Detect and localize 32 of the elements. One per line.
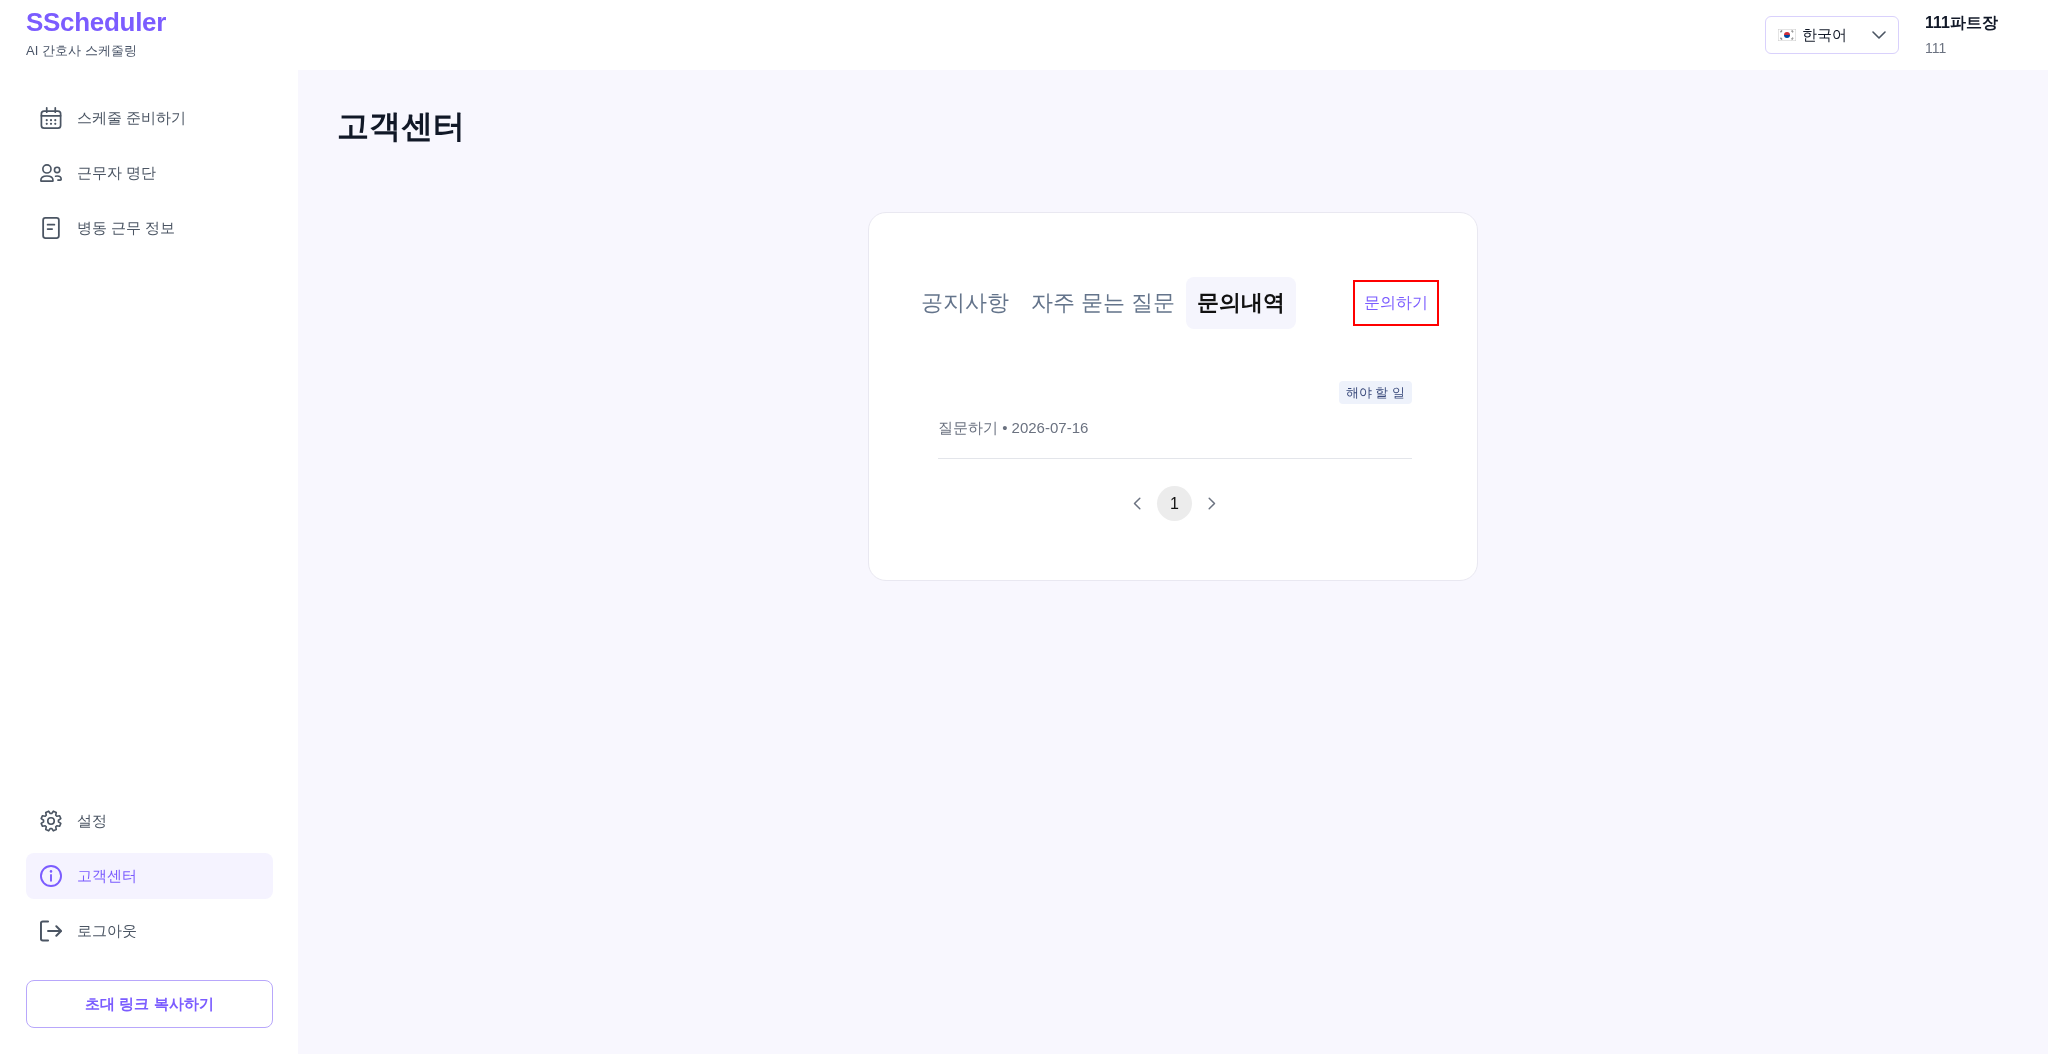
gear-icon	[40, 810, 62, 832]
logout-icon	[40, 920, 62, 942]
people-icon	[40, 162, 62, 184]
inquire-button[interactable]: 문의하기	[1353, 280, 1439, 326]
sidebar-item[interactable]: 고객센터	[26, 853, 273, 899]
page-title: 고객센터	[337, 107, 465, 146]
sidebar-item[interactable]: 근무자 명단	[26, 150, 273, 196]
tab[interactable]: 공지사항	[910, 277, 1020, 329]
calendar-icon	[40, 107, 62, 129]
inquiry-meta[interactable]: 질문하기 • 2026-07-16	[938, 417, 1412, 439]
user-name: 111파트장	[1925, 13, 1998, 33]
info-icon	[40, 865, 62, 887]
chevron-right-icon	[1208, 497, 1216, 510]
status-badge: 해야 할 일	[1338, 381, 1412, 404]
document-icon	[40, 217, 62, 239]
app-logo[interactable]: SScheduler	[26, 5, 167, 39]
previous-page-button[interactable]	[1133, 497, 1141, 510]
language-select[interactable]: 한국어	[1765, 16, 1900, 54]
flag-icon	[1778, 29, 1797, 41]
tab[interactable]: 자주 묻는 질문	[1020, 277, 1187, 329]
sidebar-item[interactable]: 스케줄 준비하기	[26, 95, 273, 141]
sidebar-item[interactable]: 병동 근무 정보	[26, 205, 273, 251]
chevron-down-icon	[1872, 31, 1887, 39]
user-subtitle: 111	[1925, 39, 1947, 57]
invite-link-button[interactable]: 초대 링크 복사하기	[26, 980, 273, 1028]
chevron-left-icon	[1133, 497, 1141, 510]
page-number[interactable]: 1	[1157, 486, 1192, 521]
next-page-button[interactable]	[1208, 497, 1216, 510]
sidebar-item[interactable]: 설정	[26, 798, 273, 844]
app-tagline: AI 간호사 스케줄링	[26, 42, 137, 60]
sidebar-item[interactable]: 로그아웃	[26, 908, 273, 954]
tab[interactable]: 문의내역	[1186, 277, 1297, 329]
